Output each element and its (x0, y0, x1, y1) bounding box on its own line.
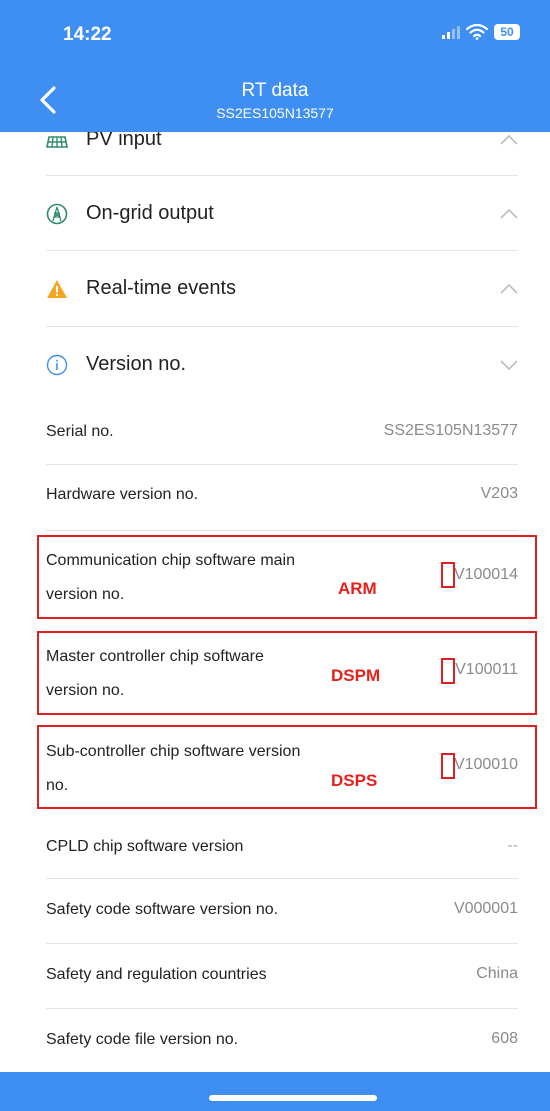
row-master-controller-chip: Master controller chip software version … (0, 643, 550, 703)
row-value: -- (507, 837, 518, 854)
divider (46, 943, 518, 944)
row-value: V100014 (453, 566, 518, 583)
row-cpld-version: CPLD chip software version -- (0, 833, 550, 863)
row-value: V100010 (453, 756, 518, 773)
row-label: Hardware version no. (46, 486, 199, 503)
row-label-line2: no. (46, 777, 69, 794)
annotation-marker (441, 562, 455, 588)
row-serial-no: Serial no. SS2ES105N13577 (0, 418, 550, 448)
chevron-up-icon (500, 283, 518, 294)
section-on-grid-output[interactable]: On-grid output (0, 176, 550, 251)
row-label: Safety and regulation countries (46, 966, 267, 983)
row-label-line2: version no. (46, 682, 125, 699)
section-label: On-grid output (86, 202, 214, 224)
annotation-marker (441, 753, 455, 779)
row-safety-countries: Safety and regulation countries China (0, 961, 550, 991)
row-sub-controller-chip: Sub-controller chip software version no.… (0, 738, 550, 798)
row-label-line2: version no. (46, 586, 125, 603)
section-label: Version no. (86, 353, 187, 375)
status-indicators: 50 (442, 24, 520, 40)
divider (46, 878, 518, 879)
row-label-line1: Master controller chip software (46, 648, 264, 665)
row-label: CPLD chip software version (46, 838, 244, 855)
back-button-overlay[interactable] (36, 84, 62, 116)
annotation-marker (441, 658, 455, 684)
row-value: V100011 (455, 661, 518, 678)
row-label-line1: Communication chip software main (46, 552, 295, 569)
wifi-icon (466, 24, 488, 40)
section-label: PV input (86, 128, 162, 150)
row-label-line1: Sub-controller chip software version (46, 743, 301, 760)
annotation-label: ARM (338, 579, 377, 598)
annotation-label: DSPM (331, 666, 381, 685)
page-title: RT data (241, 80, 309, 101)
row-label: Serial no. (46, 423, 114, 440)
grid-tower-icon (46, 203, 68, 224)
row-value: 608 (491, 1030, 518, 1047)
row-label: Safety code file version no. (46, 1031, 239, 1048)
row-communication-chip: Communication chip software main version… (0, 547, 550, 607)
section-real-time-events[interactable]: Real-time events (0, 251, 550, 326)
chevron-down-icon (500, 359, 518, 370)
status-time: 14:22 (63, 24, 112, 45)
row-safety-code-software: Safety code software version no. V000001 (0, 896, 550, 926)
divider (46, 530, 518, 531)
home-indicator[interactable] (209, 1095, 377, 1101)
annotation-label: DSPS (331, 771, 378, 790)
section-version-no[interactable]: Version no. (0, 327, 550, 402)
section-label: Real-time events (86, 277, 237, 299)
row-label: Safety code software version no. (46, 901, 279, 918)
chevron-up-icon (500, 134, 518, 145)
info-icon (46, 354, 68, 375)
row-value: China (476, 965, 518, 982)
warning-icon (47, 279, 67, 298)
solar-panel-icon (46, 135, 68, 148)
bottom-bar (0, 1072, 550, 1111)
row-value: V000001 (453, 900, 518, 917)
row-value: SS2ES105N13577 (383, 422, 518, 439)
chevron-up-icon (500, 208, 518, 219)
battery-icon: 50 (494, 24, 520, 40)
cellular-signal-icon (442, 25, 460, 39)
divider (46, 464, 518, 465)
row-value: V203 (480, 485, 518, 502)
divider (46, 1008, 518, 1009)
section-pv-input[interactable]: PV input (0, 102, 550, 177)
row-safety-code-file: Safety code file version no. 608 (0, 1026, 550, 1056)
row-hardware-version: Hardware version no. V203 (0, 481, 550, 511)
